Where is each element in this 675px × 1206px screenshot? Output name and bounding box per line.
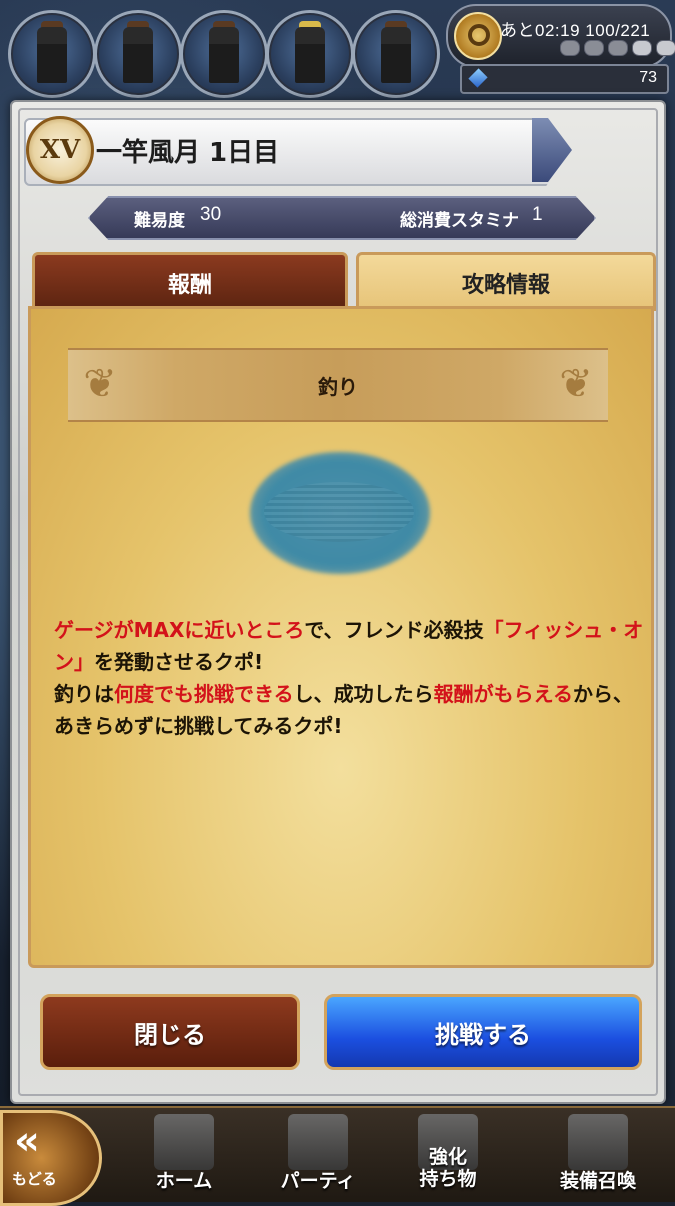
- challenge-button[interactable]: 挑戦する: [324, 994, 642, 1070]
- stamina-cost-value: 1: [532, 204, 543, 225]
- desc-highlight: ゲージがMAXに近いところ: [54, 618, 305, 642]
- section-title: 釣り: [68, 348, 608, 422]
- nav-enhance[interactable]: 強化 持ち物: [388, 1110, 508, 1200]
- stamina-panel: あと02:19 100/221: [446, 4, 675, 68]
- difficulty-label: 難易度: [134, 211, 185, 231]
- stamina-pip: [608, 40, 628, 56]
- nav-summon[interactable]: 装備召喚: [538, 1110, 658, 1200]
- party-member-1[interactable]: [8, 10, 96, 98]
- nav-enhance-label-2: 持ち物: [419, 1168, 477, 1190]
- desc-highlight: 報酬がもらえる: [433, 682, 574, 706]
- double-chevron-left-icon: «: [14, 1118, 40, 1164]
- gem-count: 73: [639, 69, 657, 86]
- desc-text: し、成功したら: [293, 682, 434, 706]
- stamina-pip: [560, 40, 580, 56]
- close-button[interactable]: 閉じる: [40, 994, 300, 1070]
- gem-counter: 73: [460, 64, 669, 94]
- desc-highlight: 何度でも挑戦できる: [114, 682, 294, 706]
- stamina-pip: [632, 40, 652, 56]
- crystal-icon: [468, 68, 488, 88]
- nav-enhance-label: 強化 持ち物: [419, 1146, 477, 1190]
- desc-text: を発動させるクポ!: [94, 650, 264, 674]
- member-figure: [37, 27, 67, 83]
- nav-summon-label: 装備召喚: [559, 1170, 636, 1192]
- rank-badge-icon: XV: [26, 116, 94, 184]
- stamina-pip: [584, 40, 604, 56]
- nav-home[interactable]: ホーム: [124, 1110, 244, 1200]
- party-member-2[interactable]: [94, 10, 182, 98]
- flourish-left-icon: ❦: [83, 361, 117, 407]
- nav-party-label: パーティ: [280, 1170, 356, 1192]
- stamina-pips: [560, 40, 675, 56]
- difficulty-value: 30: [200, 204, 222, 225]
- title-bar-end: [532, 118, 572, 182]
- stamina-cost-label: 総消費スタミナ: [400, 211, 519, 231]
- member-figure: [381, 27, 411, 83]
- desc-text: で、フレンド必殺技: [304, 618, 484, 642]
- quest-detail-modal: XV 一竿風月 1日目 難易度 30 総消費スタミナ 1 報酬 攻略情報 釣り …: [10, 100, 666, 1104]
- stamina-pip: [656, 40, 675, 56]
- member-figure: [209, 27, 239, 83]
- pond-ripples: [264, 482, 414, 542]
- summon-chest-icon: [568, 1114, 628, 1170]
- party-member-5[interactable]: [352, 10, 440, 98]
- stamina-icon: [454, 12, 502, 60]
- flourish-right-icon: ❦: [559, 361, 593, 407]
- member-figure: [295, 27, 325, 83]
- tab-reward[interactable]: 報酬: [32, 252, 348, 314]
- member-figure: [123, 27, 153, 83]
- party-member-3[interactable]: [180, 10, 268, 98]
- party-member-4[interactable]: [266, 10, 354, 98]
- chess-piece-icon: [288, 1114, 348, 1170]
- back-label: もどる: [12, 1170, 57, 1188]
- stamina-value: 100/221: [585, 21, 651, 40]
- quest-title: 一竿風月 1日目: [96, 138, 280, 168]
- tab-strategy[interactable]: 攻略情報: [356, 252, 656, 311]
- home-icon: [154, 1114, 214, 1170]
- nav-home-label: ホーム: [155, 1170, 213, 1192]
- nav-party[interactable]: パーティ: [258, 1110, 378, 1200]
- stamina-timer: あと02:19 100/221: [500, 21, 651, 40]
- desc-text: 釣りは: [54, 682, 114, 706]
- strategy-description: ゲージがMAXに近いところで、フレンド必殺技「フィッシュ・オン」を発動させるクポ…: [54, 614, 644, 742]
